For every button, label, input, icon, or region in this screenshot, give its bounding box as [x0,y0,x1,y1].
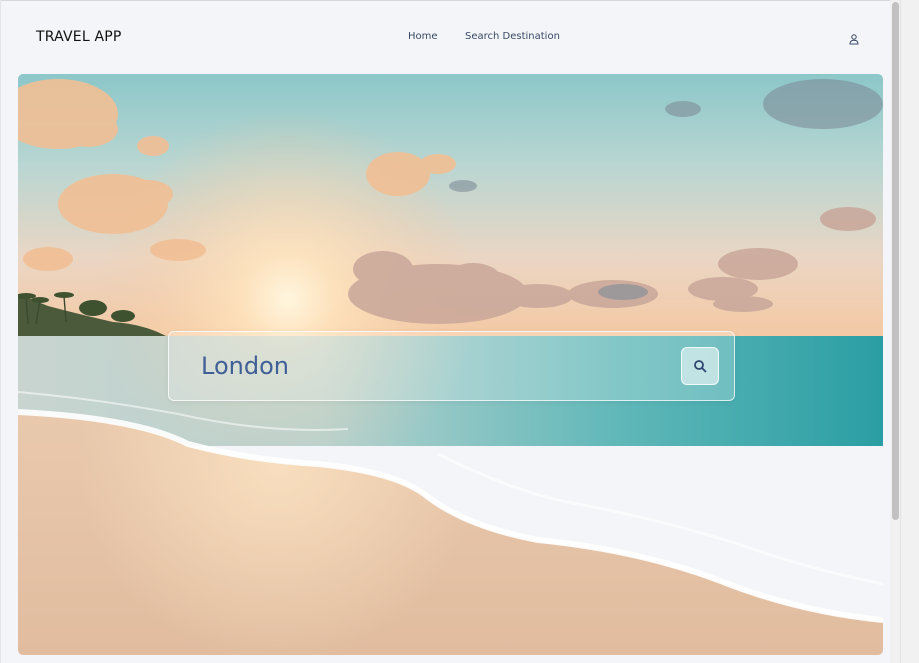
destination-search-box [168,331,735,401]
nav-home-link[interactable]: Home [408,31,438,42]
nav-search-destination-link[interactable]: Search Destination [465,31,560,42]
navbar: TRAVEL APP Home Search Destination [0,0,890,74]
scrollbar-divider [900,0,901,663]
search-icon [694,360,707,373]
brand-title: TRAVEL APP [36,29,122,45]
scrollbar-thumb[interactable] [892,2,899,520]
destination-search-input[interactable] [201,348,661,384]
window-left-border [0,0,1,663]
user-icon[interactable] [849,32,859,45]
hero-banner [18,74,883,655]
search-button[interactable] [681,347,719,385]
